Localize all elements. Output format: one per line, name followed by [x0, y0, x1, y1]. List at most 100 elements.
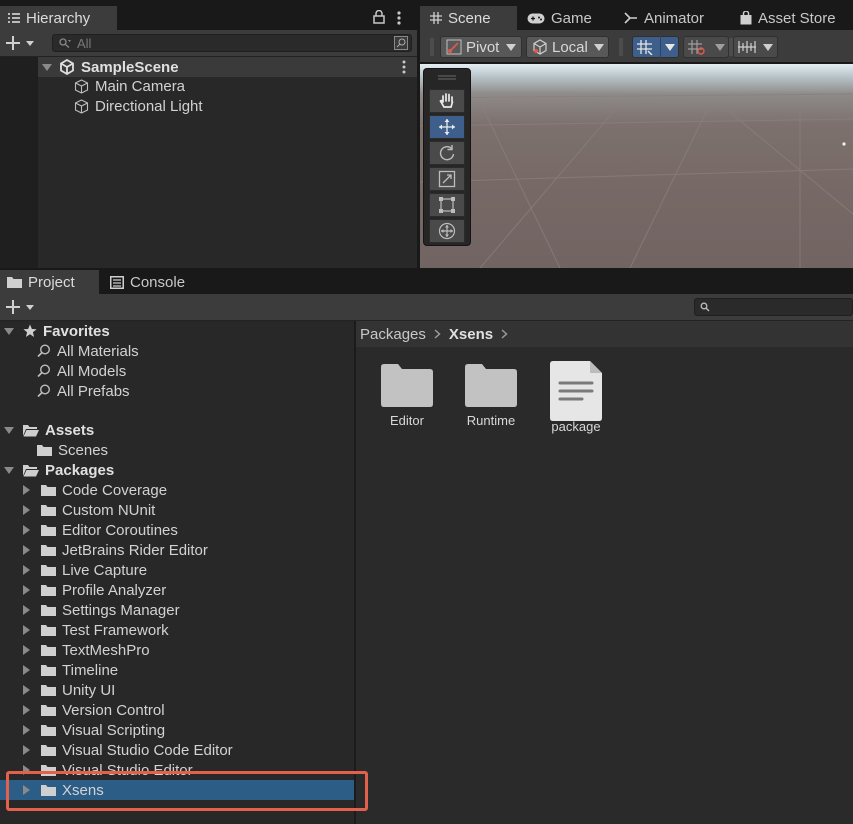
tab-project[interactable]: Project	[0, 270, 99, 294]
package-item[interactable]: Timeline	[0, 660, 354, 680]
package-item[interactable]: Visual Studio Code Editor	[0, 740, 354, 760]
increment-snap-toggle[interactable]	[683, 36, 729, 58]
local-dropdown[interactable]: Local	[526, 36, 609, 58]
assets-header[interactable]: Assets	[4, 420, 94, 440]
ground-grid	[420, 93, 853, 268]
package-item[interactable]: TextMeshPro	[0, 640, 354, 660]
search-icon	[700, 302, 710, 312]
tab-hierarchy[interactable]: Hierarchy	[0, 6, 117, 30]
palette-grip-icon	[438, 75, 456, 81]
package-item[interactable]: Editor Coroutines	[0, 520, 354, 540]
content-item-label: package	[551, 419, 601, 434]
package-item[interactable]: Visual Scripting	[0, 720, 354, 740]
tab-label: Project	[28, 273, 75, 291]
pivot-dropdown[interactable]: Pivot	[440, 36, 522, 58]
animator-icon	[624, 12, 638, 24]
favorites-label: Favorites	[43, 322, 110, 340]
expand-arrow-icon[interactable]	[23, 565, 30, 575]
package-item[interactable]: Custom NUnit	[0, 500, 354, 520]
kebab-menu-icon[interactable]	[396, 10, 402, 26]
package-item[interactable]: Profile Analyzer	[0, 580, 354, 600]
package-item[interactable]: JetBrains Rider Editor	[0, 540, 354, 560]
hierarchy-item[interactable]: Main Camera	[74, 76, 185, 96]
package-item[interactable]: Settings Manager	[0, 600, 354, 620]
content-item-label: Editor	[390, 413, 424, 428]
rect-tool[interactable]	[429, 193, 465, 217]
favorite-item[interactable]: All Models	[37, 361, 126, 381]
breadcrumb-item[interactable]: Packages	[360, 326, 426, 343]
packages-header[interactable]: Packages	[4, 460, 114, 480]
hierarchy-toolbar: All	[0, 30, 417, 57]
content-folder-item[interactable]: Editor	[372, 363, 442, 428]
bag-icon	[740, 11, 752, 25]
expand-arrow-icon[interactable]	[23, 505, 30, 515]
folder-icon	[41, 564, 56, 576]
add-icon[interactable]	[5, 299, 35, 315]
asset-folder[interactable]: Scenes	[37, 440, 108, 460]
tab-scene[interactable]: Scene	[420, 6, 517, 30]
search-icon	[37, 344, 51, 358]
grid-snap-toggle[interactable]	[632, 36, 679, 58]
scene-menu-icon[interactable]	[401, 60, 407, 74]
package-item[interactable]: Unity UI	[0, 680, 354, 700]
favorites-header[interactable]: Favorites	[4, 321, 110, 341]
tab-animator[interactable]: Animator	[624, 6, 704, 30]
open-folder-icon	[23, 464, 39, 477]
expand-arrow-icon[interactable]	[23, 585, 30, 595]
scene-row[interactable]: SampleScene	[38, 57, 417, 77]
search-options-icon[interactable]	[394, 36, 408, 50]
folder-icon	[41, 484, 56, 496]
package-label: Visual Scripting	[62, 721, 166, 739]
expand-arrow-icon[interactable]	[23, 545, 30, 555]
package-item[interactable]: Live Capture	[0, 560, 354, 580]
expand-arrow-icon[interactable]	[23, 485, 30, 495]
breadcrumb-current[interactable]: Xsens	[449, 326, 493, 343]
chevron-right-icon	[501, 329, 508, 339]
expand-arrow-icon[interactable]	[42, 63, 52, 71]
hand-tool[interactable]	[429, 89, 465, 113]
expand-arrow-icon[interactable]	[4, 466, 14, 474]
hand-icon	[438, 92, 456, 110]
content-folder-item[interactable]: Runtime	[456, 363, 526, 428]
package-label: Test Framework	[62, 621, 169, 639]
tab-asset-store[interactable]: Asset Store	[740, 6, 836, 30]
tab-game[interactable]: Game	[527, 6, 592, 30]
expand-arrow-icon[interactable]	[23, 745, 30, 755]
expand-arrow-icon[interactable]	[23, 725, 30, 735]
expand-arrow-icon[interactable]	[23, 665, 30, 675]
expand-arrow-icon[interactable]	[23, 705, 30, 715]
favorite-item[interactable]: All Prefabs	[37, 381, 130, 401]
package-item[interactable]: Version Control	[0, 700, 354, 720]
search-icon	[37, 364, 51, 378]
expand-arrow-icon[interactable]	[23, 645, 30, 655]
rotate-snap-toggle[interactable]	[733, 36, 778, 58]
package-item[interactable]: Test Framework	[0, 620, 354, 640]
transform-tool[interactable]	[429, 219, 465, 243]
tab-label: Asset Store	[758, 9, 836, 27]
scale-tool[interactable]	[429, 167, 465, 191]
hierarchy-search-field[interactable]: All	[52, 34, 412, 52]
move-tool[interactable]	[429, 115, 465, 139]
expand-arrow-icon[interactable]	[23, 605, 30, 615]
package-label: Version Control	[62, 701, 165, 719]
scene-viewport[interactable]	[420, 64, 853, 268]
tab-console[interactable]: Console	[110, 270, 185, 294]
folder-icon	[41, 684, 56, 696]
add-icon[interactable]	[5, 35, 35, 51]
content-file-item[interactable]: package	[541, 361, 611, 434]
expand-arrow-icon[interactable]	[4, 327, 14, 335]
project-search-field[interactable]	[694, 298, 853, 316]
expand-arrow-icon[interactable]	[4, 426, 14, 434]
lock-icon[interactable]	[373, 10, 385, 24]
expand-arrow-icon[interactable]	[23, 685, 30, 695]
expand-arrow-icon[interactable]	[23, 625, 30, 635]
hierarchy-item[interactable]: Directional Light	[74, 96, 203, 116]
package-label: Unity UI	[62, 681, 116, 699]
favorite-item[interactable]: All Materials	[37, 341, 139, 361]
unity-scene-icon	[59, 59, 75, 75]
expand-arrow-icon[interactable]	[23, 525, 30, 535]
grid-snap-icon	[636, 39, 656, 55]
list-icon	[8, 13, 20, 23]
rotate-tool[interactable]	[429, 141, 465, 165]
package-item[interactable]: Code Coverage	[0, 480, 354, 500]
